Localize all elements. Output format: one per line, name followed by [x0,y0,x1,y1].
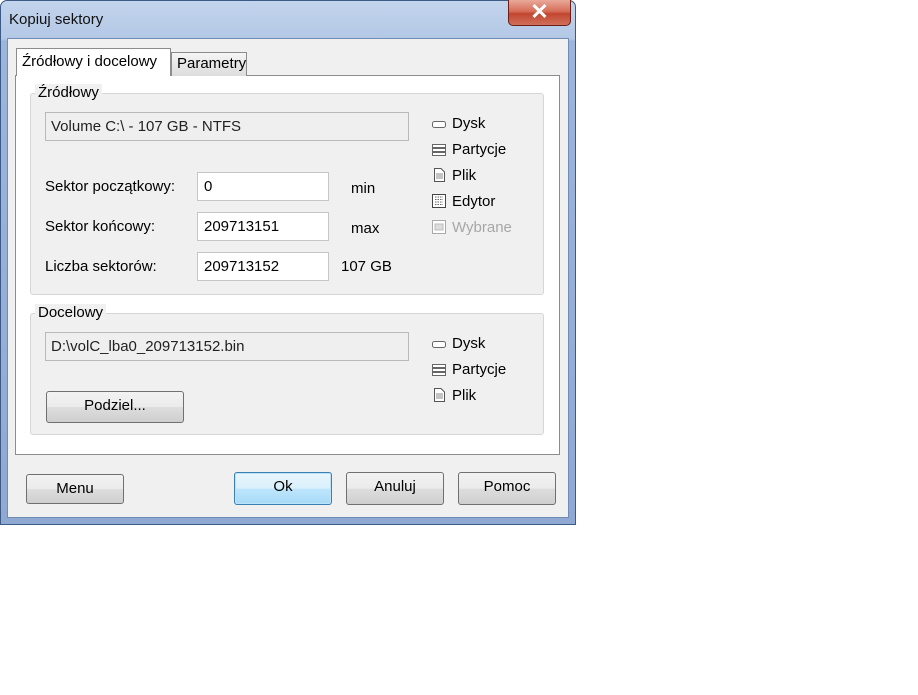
sector-count-size: 107 GB [341,258,392,275]
source-path-field: Volume C:\ - 107 GB - NTFS [45,112,409,141]
disk-icon [432,116,446,129]
source-option-selection[interactable]: Wybrane [432,218,512,238]
target-option-disk[interactable]: Dysk [432,334,485,354]
tab-parameters[interactable]: Parametry [171,52,247,76]
target-option-file[interactable]: Plik [432,386,476,406]
cancel-button[interactable]: Anuluj [346,472,444,505]
disk-icon [432,336,446,349]
source-option-file[interactable]: Plik [432,166,476,186]
target-group-label: Docelowy [35,304,107,321]
selection-icon [432,220,446,235]
start-sector-hint: min [351,180,376,197]
partitions-icon [432,142,446,157]
sector-count-label: Liczba sektorów: [45,258,157,275]
file-icon [432,388,446,403]
window-title: Kopiuj sektory [9,11,104,28]
source-option-partitions[interactable]: Partycje [432,140,506,160]
split-button[interactable]: Podziel... [46,391,184,423]
partitions-icon [432,362,446,377]
start-sector-label: Sektor początkowy: [45,178,176,195]
sector-count-input[interactable]: 209713152 [197,252,329,281]
target-path-field: D:\volC_lba0_209713152.bin [45,332,409,361]
end-sector-input[interactable]: 209713151 [197,212,329,241]
help-button[interactable]: Pomoc [458,472,556,505]
source-group-label: Źródłowy [35,84,102,101]
source-option-editor[interactable]: Edytor [432,192,495,212]
file-icon [432,168,446,183]
editor-icon [432,194,446,209]
target-option-partitions[interactable]: Partycje [432,360,506,380]
tab-source-target[interactable]: Źródłowy i docelowy [16,48,171,76]
end-sector-hint: max [351,220,380,237]
start-sector-input[interactable]: 0 [197,172,329,201]
end-sector-label: Sektor końcowy: [45,218,156,235]
ok-button[interactable]: Ok [234,472,332,505]
close-icon: ✕ [530,0,549,24]
menu-button[interactable]: Menu [26,474,124,504]
source-option-disk[interactable]: Dysk [432,114,485,134]
close-button[interactable]: ✕ [508,0,571,26]
